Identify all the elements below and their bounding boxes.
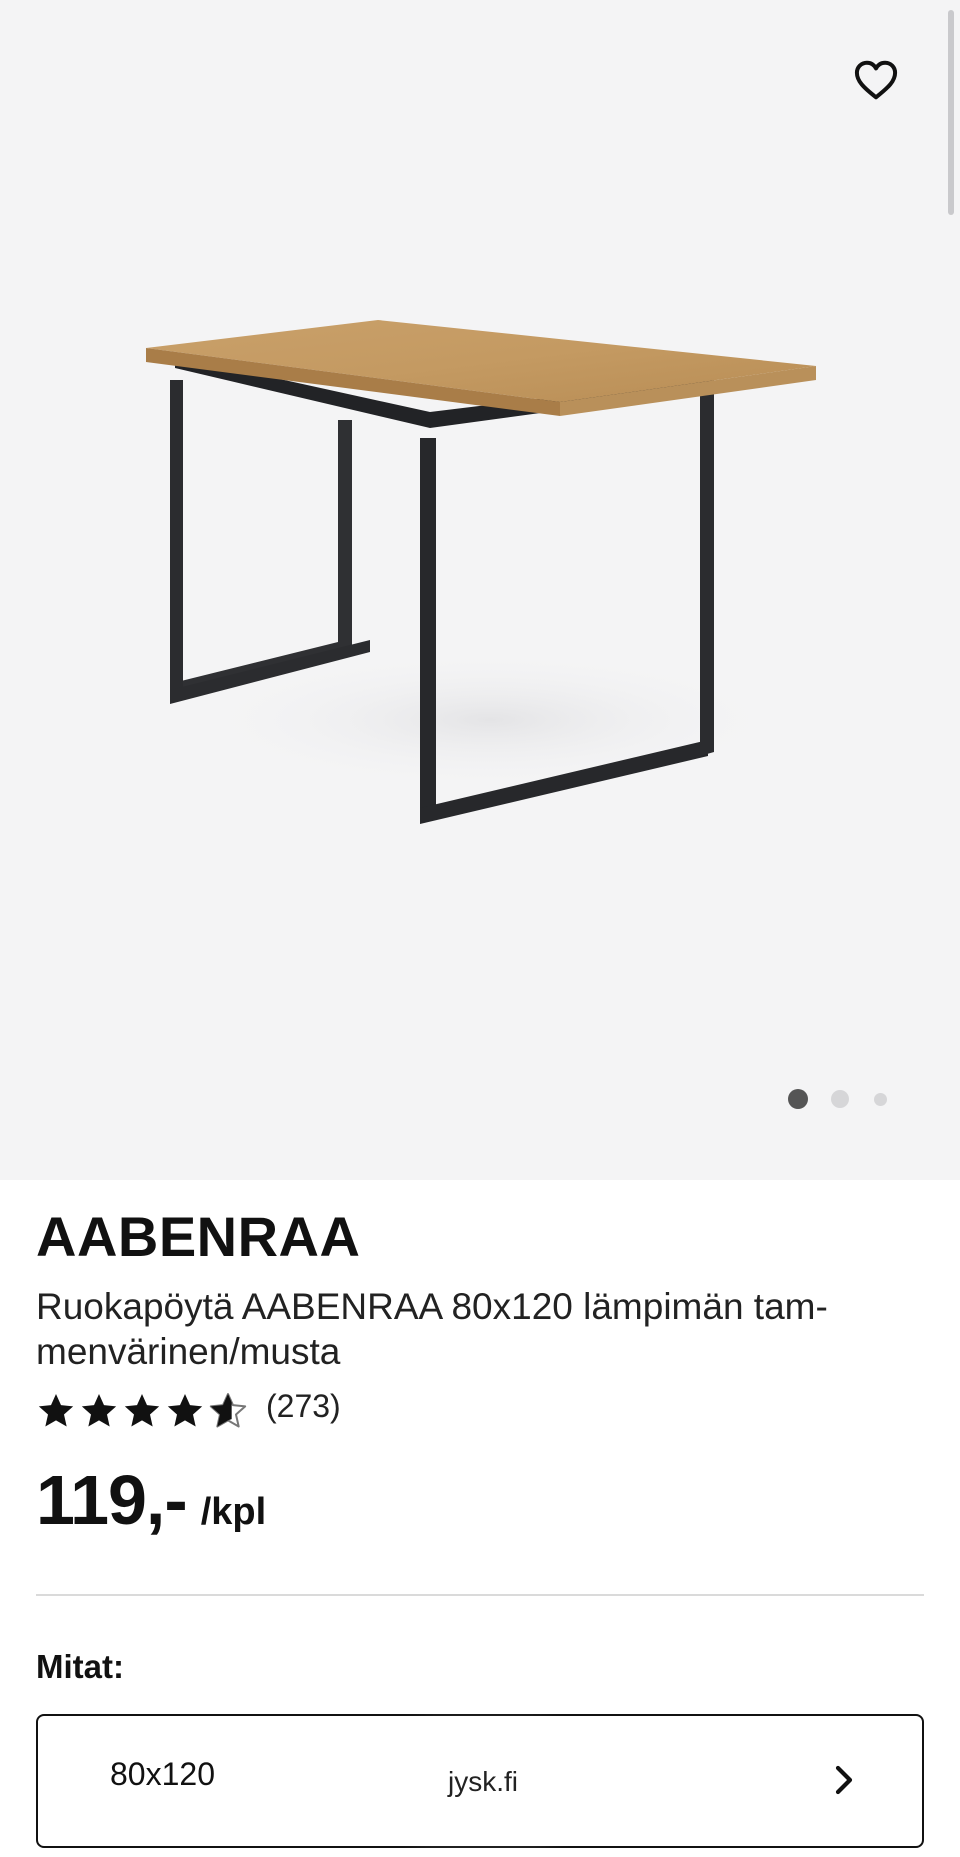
browser-domain: jysk.fi <box>448 1766 518 1797</box>
section-divider <box>36 1594 924 1596</box>
product-price: 119,- /kpl <box>36 1460 266 1540</box>
page-scrollbar[interactable] <box>948 10 954 215</box>
product-image <box>146 320 816 824</box>
dimensions-selected-value: 80x120 <box>110 1756 215 1792</box>
star-half-icon <box>209 1393 247 1428</box>
price-value: 119,- <box>36 1461 188 1539</box>
star-icon <box>38 1394 74 1427</box>
star-icon <box>124 1394 160 1427</box>
rating-count: (273) <box>266 1387 341 1424</box>
star-icon <box>167 1394 203 1427</box>
product-title: AABENRAA <box>36 1205 361 1268</box>
product-gallery[interactable] <box>0 0 960 1180</box>
gallery-dot-2[interactable] <box>831 1090 849 1108</box>
star-icon <box>81 1394 117 1427</box>
price-unit: /kpl <box>200 1491 267 1533</box>
chevron-right-icon <box>835 1765 853 1795</box>
gallery-dot-3[interactable] <box>874 1093 887 1106</box>
gallery-dot-1[interactable] <box>788 1089 808 1109</box>
browser-url-pill[interactable]: jysk.fi <box>398 1744 568 1820</box>
dimensions-select[interactable]: 80x120 jysk.fi <box>36 1714 924 1848</box>
rating-stars <box>36 1391 248 1431</box>
dimensions-label: Mitat: <box>36 1648 124 1685</box>
gallery-pagination <box>0 1088 960 1110</box>
product-rating[interactable]: (273) <box>36 1386 341 1436</box>
heart-icon <box>854 60 898 100</box>
favorite-button[interactable] <box>848 52 904 108</box>
product-description: Ruokapöytä AABENRAA 80x120 lämpimän tam-… <box>36 1286 828 1372</box>
